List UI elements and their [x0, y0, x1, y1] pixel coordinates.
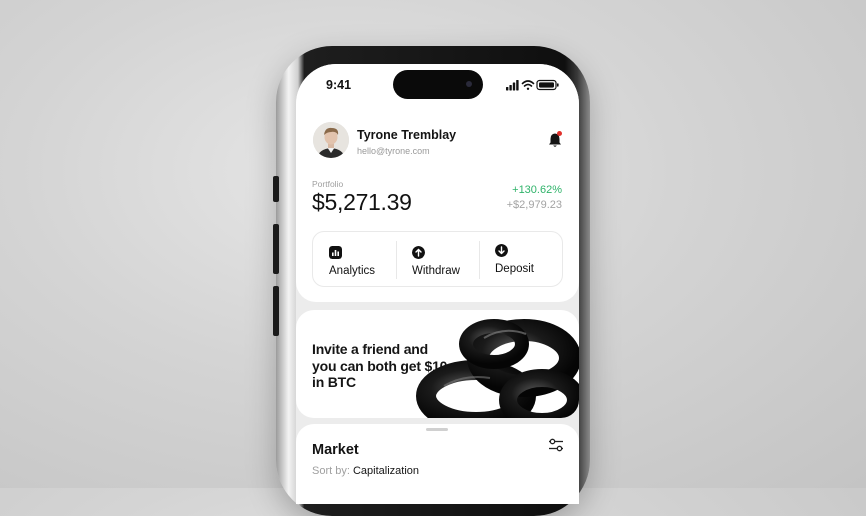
portfolio-label: Portfolio — [312, 179, 344, 189]
sort-selector[interactable]: Sort by: Capitalization — [312, 465, 419, 477]
filter-icon[interactable] — [548, 438, 564, 452]
deposit-button[interactable]: Deposit — [479, 232, 562, 286]
arrow-down-icon — [495, 244, 508, 257]
notification-badge — [557, 131, 562, 136]
camera-dot — [466, 81, 472, 87]
quick-actions: Analytics Withdraw Deposit — [312, 231, 563, 287]
volume-up-button — [273, 224, 279, 274]
withdraw-label: Withdraw — [412, 265, 460, 277]
drag-handle[interactable] — [426, 428, 448, 431]
avatar-photo-icon — [313, 122, 349, 158]
phone-screen: 9:41 Tyrone Tremblay hello@tyrone.com Po… — [296, 64, 579, 504]
user-name: Tyrone Tremblay — [357, 128, 457, 142]
signal-icon — [506, 80, 519, 91]
3d-torus-art-icon — [416, 319, 579, 418]
sort-label: Sort by: — [312, 465, 350, 477]
sort-value: Capitalization — [352, 465, 420, 477]
mute-switch — [273, 176, 279, 202]
status-time: 9:41 — [326, 78, 352, 92]
analytics-button[interactable]: Analytics — [313, 232, 396, 286]
battery-icon — [536, 79, 559, 91]
market-title: Market — [312, 442, 359, 458]
referral-banner[interactable]: Invite a friend and you can both get $10… — [296, 310, 579, 418]
deposit-label: Deposit — [495, 263, 534, 275]
withdraw-button[interactable]: Withdraw — [396, 232, 479, 286]
portfolio-value: $5,271.39 — [312, 189, 412, 215]
avatar[interactable] — [313, 122, 349, 158]
volume-down-button — [273, 286, 279, 336]
market-panel: Market Sort by: Capitalization — [296, 424, 579, 504]
portfolio-change-percent: +130.62% — [512, 184, 562, 196]
dynamic-island — [393, 70, 483, 99]
user-email: hello@tyrone.com — [357, 146, 430, 156]
wifi-icon — [521, 80, 535, 90]
portfolio-change-amount: +$2,979.23 — [506, 199, 562, 211]
bar-chart-icon — [329, 246, 342, 259]
analytics-label: Analytics — [329, 265, 376, 277]
arrow-up-icon — [412, 246, 425, 259]
status-icons — [506, 79, 559, 91]
account-card: 9:41 Tyrone Tremblay hello@tyrone.com Po… — [296, 64, 579, 302]
status-bar: 9:41 — [296, 64, 579, 104]
